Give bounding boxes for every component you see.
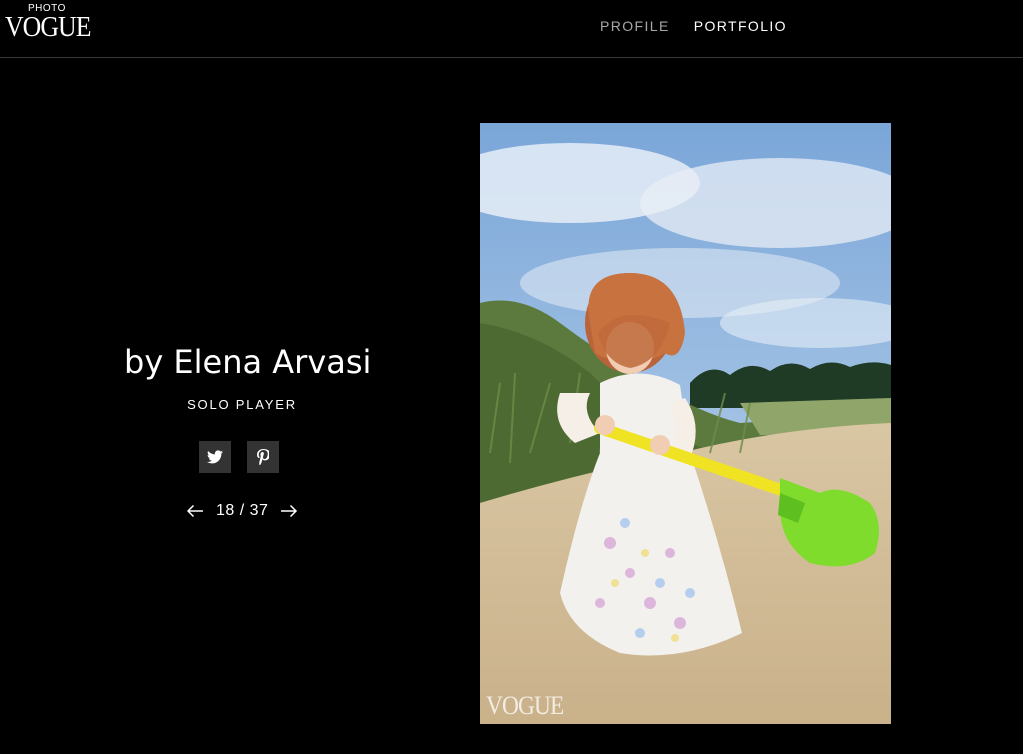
- previous-photo-button[interactable]: [184, 500, 206, 522]
- logo-big-text: VOGUE: [5, 12, 91, 43]
- arrow-right-icon: [281, 504, 298, 518]
- vogue-watermark: VOGUE: [486, 691, 564, 720]
- arrow-left-icon: [186, 504, 203, 518]
- photo-pager: 18 / 37: [184, 500, 304, 522]
- twitter-share-button[interactable]: [199, 441, 231, 473]
- photo-title: SOLO PLAYER: [187, 397, 297, 412]
- nav-portfolio-link[interactable]: PORTFOLIO: [694, 18, 787, 34]
- pinterest-share-button[interactable]: [247, 441, 279, 473]
- featured-photo[interactable]: VOGUE: [480, 123, 891, 724]
- photo-counter: 18 / 37: [216, 502, 269, 519]
- next-photo-button[interactable]: [278, 500, 300, 522]
- main-nav: PROFILE PORTFOLIO: [600, 18, 787, 34]
- pinterest-icon: [257, 449, 269, 465]
- photo-illustration: [480, 123, 891, 724]
- twitter-icon: [207, 450, 223, 464]
- photo-vogue-logo[interactable]: PHOTO VOGUE: [5, 2, 91, 43]
- photographer-credit: by Elena Arvasi: [124, 343, 372, 381]
- share-buttons: [199, 441, 279, 473]
- site-header: PHOTO VOGUE PROFILE PORTFOLIO: [0, 0, 1023, 58]
- nav-profile-link[interactable]: PROFILE: [600, 18, 670, 34]
